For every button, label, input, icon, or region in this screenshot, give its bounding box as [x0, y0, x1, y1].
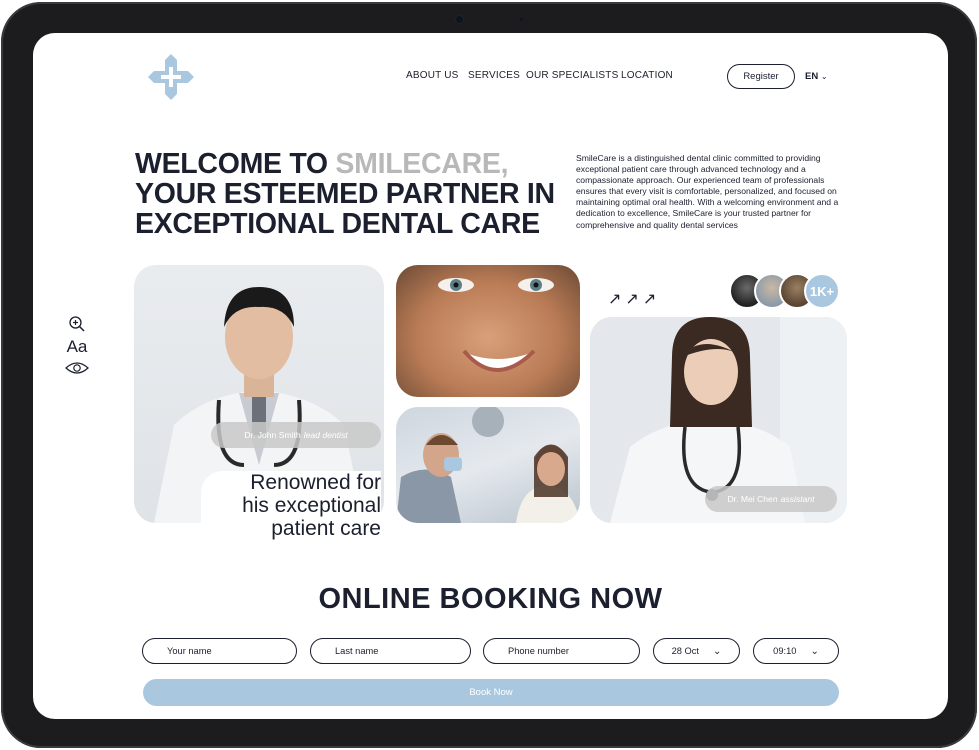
doctor2-caption: Dr. Mei Chen assistant: [705, 486, 837, 512]
hero-headline: WELCOME TO SMILECARE, YOUR ESTEEMED PART…: [135, 149, 555, 239]
headline-line3: EXCEPTIONAL DENTAL CARE: [135, 208, 540, 240]
front-camera: [456, 16, 463, 23]
book-now-button[interactable]: Book Now: [143, 679, 839, 706]
language-selector[interactable]: EN ⌄: [805, 71, 828, 82]
nav-about-us[interactable]: ABOUT US: [406, 70, 459, 81]
renowned-text: Renowned for his exceptional patient car…: [201, 471, 381, 540]
doctor2-role: assistant: [780, 494, 815, 504]
headline-line2: YOUR ESTEEMED PARTNER IN: [135, 178, 555, 210]
phone-number-placeholder: Phone number: [508, 646, 569, 656]
last-name-placeholder: Last name: [335, 646, 379, 656]
doctor1-name: Dr. John Smith: [244, 430, 301, 440]
accessibility-toolbar: Aa: [65, 315, 89, 375]
dentist-patient-photo: [396, 407, 580, 523]
nav-services[interactable]: SERVICES: [468, 70, 520, 81]
time-select[interactable]: 09:10 ⌄: [753, 638, 839, 664]
eye-icon[interactable]: [65, 361, 89, 375]
headline-accent: SMILECARE,: [335, 148, 509, 180]
arrows-decoration-icon: ↗↗↗: [608, 291, 661, 308]
booking-title: ONLINE BOOKING NOW: [318, 583, 663, 615]
nav-our-specialists[interactable]: OUR SPECIALISTS: [526, 70, 618, 81]
doctor1-caption: Dr. John Smith lead dentist: [211, 422, 381, 448]
doctor2-name: Dr. Mei Chen: [727, 494, 778, 504]
renowned-line2: his exceptional: [242, 494, 381, 517]
your-name-placeholder: Your name: [167, 646, 212, 656]
register-button[interactable]: Register: [727, 64, 795, 89]
hero-intro-text: SmileCare is a distinguished dental clin…: [576, 153, 839, 230]
language-label: EN: [805, 71, 819, 82]
sensor: [520, 18, 523, 21]
dentist-scene-illustration: [396, 407, 580, 523]
headline-part1: WELCOME TO: [135, 148, 336, 180]
smilecare-logo-icon[interactable]: [147, 53, 195, 101]
zoom-in-icon[interactable]: [68, 315, 86, 333]
tablet-frame: ABOUT US SERVICES OUR SPECIALISTS LOCATI…: [1, 2, 977, 748]
patient-avatars-group: 1K+: [729, 273, 849, 311]
chevron-down-icon: ⌄: [810, 645, 819, 657]
your-name-field[interactable]: Your name: [142, 638, 297, 664]
date-value: 28 Oct: [671, 646, 699, 656]
smile-illustration: [438, 278, 554, 372]
font-size-icon[interactable]: Aa: [67, 337, 88, 357]
time-value: 09:10: [773, 646, 797, 656]
doctor1-role: lead dentist: [303, 430, 348, 440]
patients-count-badge: 1K+: [804, 273, 840, 309]
renowned-line1: Renowned for: [250, 471, 381, 494]
nav-location[interactable]: LOCATION: [621, 70, 673, 81]
chevron-down-icon: ⌄: [713, 645, 722, 657]
last-name-field[interactable]: Last name: [310, 638, 471, 664]
chevron-down-icon: ⌄: [820, 72, 828, 81]
smiling-woman-photo: [396, 265, 580, 397]
phone-number-field[interactable]: Phone number: [483, 638, 640, 664]
renowned-line3: patient care: [271, 517, 381, 540]
date-select[interactable]: 28 Oct ⌄: [653, 638, 740, 664]
website-screen: ABOUT US SERVICES OUR SPECIALISTS LOCATI…: [33, 33, 948, 719]
